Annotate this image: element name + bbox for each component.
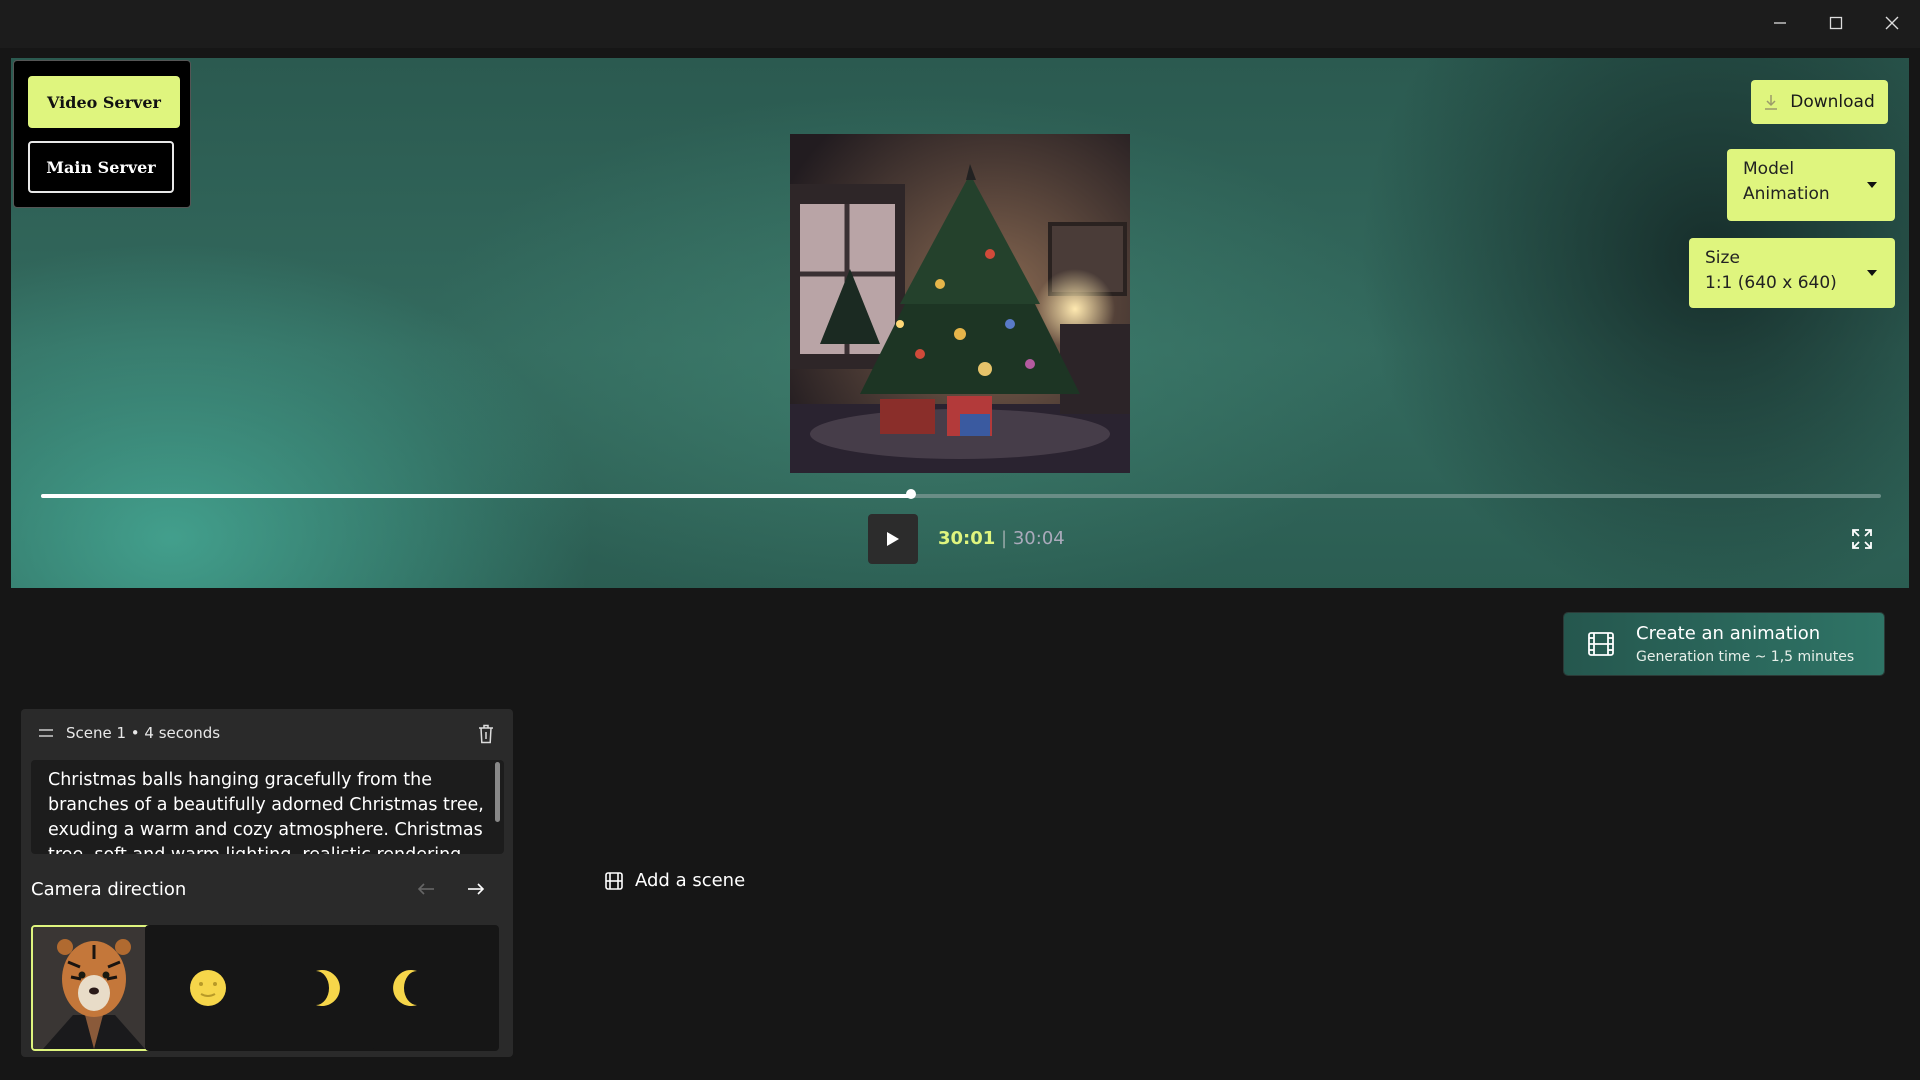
fullscreen-icon: [1852, 529, 1872, 549]
create-animation-subtitle: Generation time ~ 1,5 minutes: [1636, 649, 1855, 665]
progress-track[interactable]: [41, 494, 1881, 498]
crescent-moon-face-icon: [316, 970, 340, 1006]
camera-prev-button[interactable]: [414, 877, 438, 901]
model-dropdown[interactable]: Model Animation: [1727, 149, 1895, 221]
camera-next-button[interactable]: [464, 877, 488, 901]
play-icon: [887, 532, 899, 546]
server-selector: Video Server Main Server: [13, 60, 191, 208]
main-server-button[interactable]: Main Server: [28, 141, 174, 193]
fullscreen-button[interactable]: [1851, 528, 1873, 550]
minimize-button[interactable]: [1752, 0, 1808, 46]
caret-down-icon: [1867, 182, 1877, 188]
film-icon: [605, 871, 623, 890]
camera-direction-label: Camera direction: [31, 879, 187, 900]
scene-prompt-text: Christmas balls hanging gracefully from …: [48, 770, 484, 854]
download-label: Download: [1790, 92, 1875, 112]
camera-option-full-moon[interactable]: [145, 925, 271, 1051]
minimize-icon: [1774, 22, 1786, 24]
create-animation-button[interactable]: Create an animation Generation time ~ 1,…: [1564, 613, 1884, 675]
christmas-tree-image: [790, 134, 1130, 473]
scene-title: Scene 1 • 4 seconds: [66, 724, 221, 742]
close-icon: [1885, 16, 1899, 30]
download-icon: [1765, 95, 1778, 110]
camera-option-crescent-moon[interactable]: [259, 925, 385, 1051]
trash-icon[interactable]: [477, 724, 495, 744]
close-button[interactable]: [1864, 0, 1920, 46]
play-button[interactable]: [868, 514, 918, 564]
create-animation-title: Create an animation: [1636, 623, 1821, 644]
scene-card: Scene 1 • 4 seconds Christmas balls hang…: [21, 709, 513, 1057]
arrow-right-icon: [468, 883, 485, 895]
total-time: 30:04: [1012, 528, 1065, 549]
last-quarter-moon-face-icon: [393, 970, 417, 1006]
title-bar: [0, 0, 1920, 48]
video-preview: [790, 134, 1130, 473]
progress-fill: [41, 494, 912, 498]
tiger-portrait-image: [33, 927, 155, 1049]
time-readout: 30:01 | 30:04: [938, 528, 1065, 549]
scene-prompt-textarea[interactable]: Christmas balls hanging gracefully from …: [31, 760, 504, 854]
add-scene-label: Add a scene: [635, 870, 746, 891]
camera-option-tiger[interactable]: [31, 925, 157, 1051]
size-dropdown-value: 1:1 (640 x 640): [1705, 273, 1837, 293]
current-time: 30:01: [938, 528, 996, 549]
caret-down-icon: [1867, 270, 1877, 276]
add-scene-button[interactable]: Add a scene: [605, 870, 745, 891]
arrow-left-icon: [417, 883, 434, 895]
model-dropdown-label: Model: [1743, 159, 1795, 179]
video-server-button[interactable]: Video Server: [28, 76, 180, 128]
drag-handle-icon[interactable]: [39, 729, 53, 737]
scene-header: Scene 1 • 4 seconds: [21, 709, 513, 757]
maximize-button[interactable]: [1808, 0, 1864, 46]
size-dropdown[interactable]: Size 1:1 (640 x 640): [1689, 238, 1895, 308]
maximize-icon: [1829, 16, 1843, 30]
download-button[interactable]: Download: [1751, 80, 1888, 124]
textarea-scrollbar[interactable]: [495, 762, 500, 822]
size-dropdown-label: Size: [1705, 248, 1740, 268]
film-icon: [1588, 632, 1614, 656]
full-moon-face-icon: [190, 970, 226, 1006]
video-player-area: Video Server Main Server Download Model …: [11, 58, 1909, 588]
model-dropdown-value: Animation: [1743, 184, 1830, 204]
time-separator: |: [1001, 528, 1008, 549]
camera-option-moon-partial[interactable]: [373, 925, 499, 1051]
